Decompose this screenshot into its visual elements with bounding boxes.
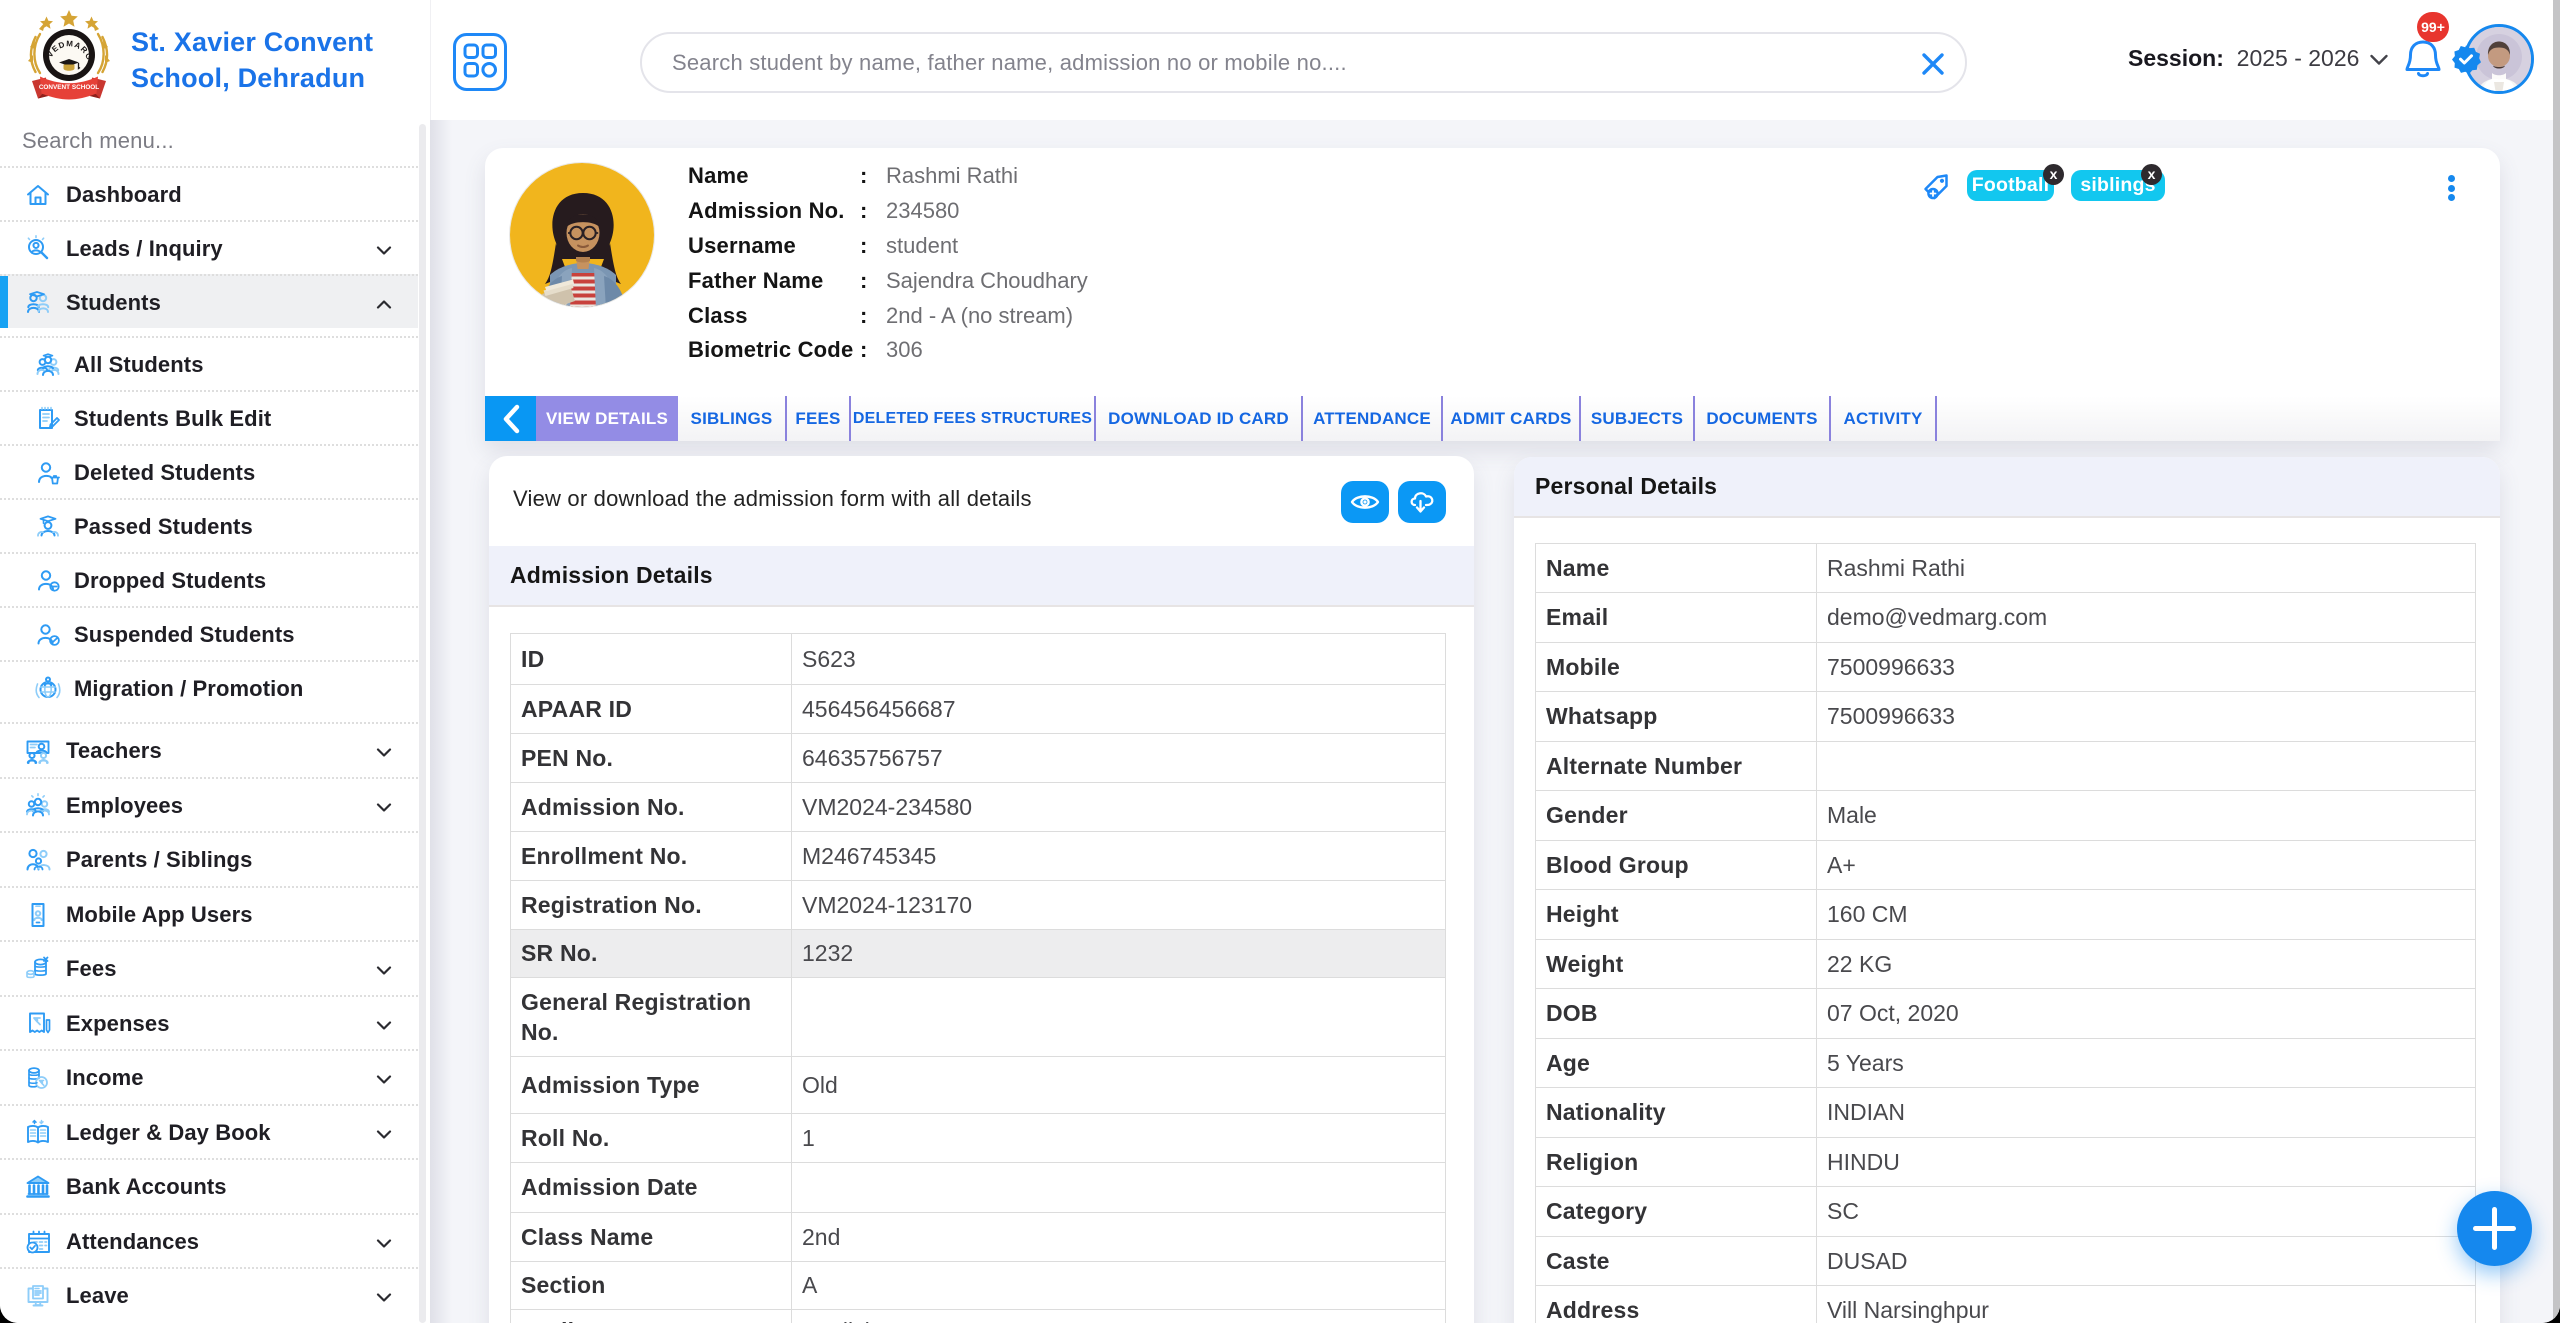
svg-text:CONVENT SCHOOL: CONVENT SCHOOL — [39, 84, 99, 91]
